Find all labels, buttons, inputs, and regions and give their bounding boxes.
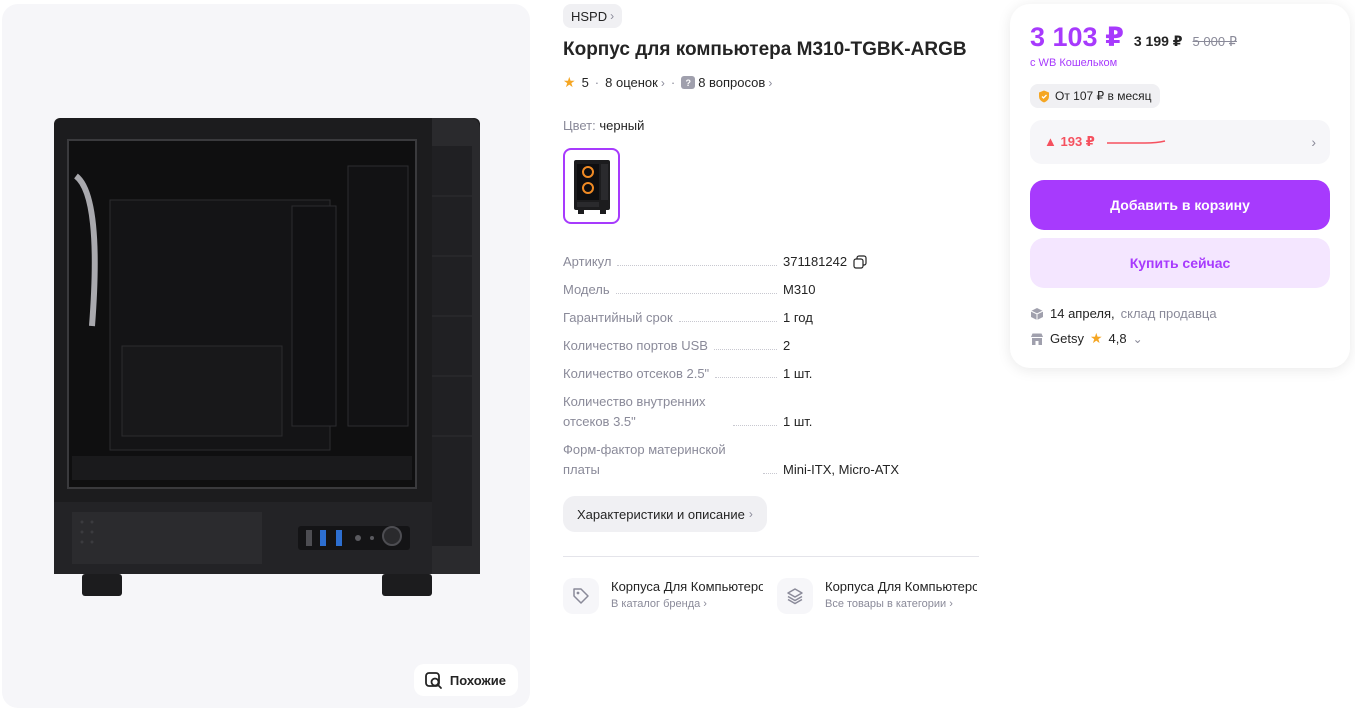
- old-price: 5 000 ₽: [1192, 34, 1237, 49]
- chevron-right-icon: ›: [949, 598, 953, 610]
- spec-value: 371181242: [783, 254, 848, 269]
- wallet-note[interactable]: с WB Кошельком: [1030, 57, 1117, 69]
- copy-icon[interactable]: [853, 255, 867, 269]
- spec-value: M310: [783, 282, 816, 297]
- similar-button[interactable]: Похожие: [413, 664, 518, 696]
- spec-key: Количество отсеков 2.5": [563, 364, 716, 384]
- similar-search-icon: [425, 672, 442, 689]
- spec-value: 1 шт.: [783, 366, 813, 381]
- seller-rating: 4,8: [1108, 331, 1127, 346]
- questions-count: 8 вопросов: [698, 75, 766, 90]
- rating-value: 5: [581, 75, 589, 90]
- chevron-right-icon: ›: [1311, 134, 1316, 150]
- price-card: 3 103 ₽ 3 199 ₽ 5 000 ₽ с WB Кошельком О…: [1010, 4, 1350, 368]
- spec-row: Модель M310: [563, 280, 983, 300]
- separator-dot: ·: [670, 75, 676, 90]
- spec-row: Артикул 371181242: [563, 252, 983, 272]
- color-label: Цвет: черный: [563, 118, 644, 133]
- specs-list: Артикул 371181242 Модель M310 Гарантийны…: [563, 252, 983, 488]
- color-thumbnail[interactable]: [563, 148, 620, 224]
- installment-badge[interactable]: От 107 ₽ в месяц: [1030, 84, 1160, 108]
- star-icon: ★: [563, 74, 576, 90]
- divider: [563, 556, 979, 557]
- brand-name: HSPD: [571, 8, 608, 24]
- chevron-right-icon: ›: [748, 507, 753, 521]
- category-sub: Все товары в категории: [825, 598, 947, 610]
- spec-key: Форм-фактор материнской платы: [563, 440, 763, 480]
- product-gallery: Похожие: [2, 4, 530, 708]
- spec-key: Модель: [563, 280, 616, 300]
- category-all-link[interactable]: Корпуса Для Компьютеров Все товары в кат…: [777, 578, 977, 614]
- spec-value: 1 год: [783, 310, 813, 325]
- installment-text: От 107 ₽ в месяц: [1055, 89, 1152, 103]
- rating-row: ★ 5 · 8 оценок › · ? 8 вопросов ›: [563, 74, 772, 91]
- delivery-source: склад продавца: [1120, 306, 1217, 321]
- category-title: Корпуса Для Компьютеров: [825, 579, 977, 594]
- color-label-key: Цвет:: [563, 118, 596, 133]
- star-icon: ★: [1089, 330, 1103, 346]
- characteristics-button[interactable]: Характеристики и описание ›: [563, 496, 767, 532]
- spec-key: Гарантийный срок: [563, 308, 679, 328]
- spec-row: Количество отсеков 2.5" 1 шт.: [563, 364, 983, 384]
- delivery-info: 14 апреля, склад продавца: [1030, 306, 1217, 321]
- brand-chip[interactable]: HSPD ›: [563, 4, 623, 28]
- seller-info[interactable]: Getsy ★ 4,8 ⌄: [1030, 330, 1143, 347]
- delivery-date: 14 апреля,: [1050, 306, 1115, 321]
- tag-icon: [563, 578, 599, 614]
- chevron-right-icon: ›: [660, 75, 665, 90]
- spec-row: Количество портов USB 2: [563, 336, 983, 356]
- spec-value: 1 шт.: [783, 414, 813, 429]
- box-icon: [1030, 307, 1044, 320]
- spec-row: Количество внутренних отсеков 3.5" 1 шт.: [563, 392, 983, 432]
- regular-price: 3 199 ₽: [1133, 33, 1183, 49]
- add-to-cart-button[interactable]: Добавить в корзину: [1030, 180, 1330, 230]
- reviews-count: 8 оценок: [605, 75, 658, 90]
- price-history[interactable]: ▲ 193 ₽ ›: [1030, 120, 1330, 164]
- shield-icon: [1039, 90, 1049, 102]
- price-trend-line: [1106, 140, 1166, 144]
- spec-row: Гарантийный срок 1 год: [563, 308, 983, 328]
- buy-now-button[interactable]: Купить сейчас: [1030, 238, 1330, 288]
- wallet-price: 3 103 ₽: [1030, 22, 1124, 52]
- brand-catalog-link[interactable]: Корпуса Для Компьютеров В каталог бренда…: [563, 578, 763, 614]
- questions-link[interactable]: ? 8 вопросов ›: [681, 75, 772, 90]
- reviews-link[interactable]: 8 оценок ›: [605, 75, 665, 90]
- spec-value: 2: [783, 338, 791, 353]
- chevron-down-icon: ⌄: [1132, 331, 1143, 346]
- price-delta: ▲ 193 ₽: [1044, 134, 1095, 149]
- spec-row: Форм-фактор материнской платы Mini-ITX, …: [563, 440, 983, 480]
- chevron-right-icon: ›: [768, 75, 773, 90]
- category-title: Корпуса Для Компьютеров: [611, 579, 763, 594]
- color-thumbnail-image: [573, 160, 610, 214]
- spec-key: Артикул: [563, 252, 618, 272]
- separator-dot: ·: [594, 75, 600, 90]
- store-icon: [1031, 333, 1043, 345]
- question-icon: ?: [681, 76, 696, 89]
- chevron-right-icon: ›: [610, 9, 615, 23]
- layers-icon: [777, 578, 813, 614]
- category-sub: В каталог бренда: [611, 598, 701, 610]
- color-label-value: черный: [599, 118, 645, 133]
- spec-key: Количество портов USB: [563, 336, 714, 356]
- similar-label: Похожие: [449, 672, 506, 688]
- chevron-right-icon: ›: [703, 598, 707, 610]
- seller-name: Getsy: [1050, 331, 1084, 346]
- product-image[interactable]: [52, 116, 484, 604]
- price-row: 3 103 ₽ 3 199 ₽ 5 000 ₽: [1030, 22, 1237, 53]
- characteristics-label: Характеристики и описание: [577, 506, 745, 522]
- spec-value: Mini-ITX, Micro-ATX: [783, 462, 900, 477]
- product-title: Корпус для компьютера M310-TGBK-ARGB: [563, 39, 967, 60]
- spec-key: Количество внутренних отсеков 3.5": [563, 392, 733, 432]
